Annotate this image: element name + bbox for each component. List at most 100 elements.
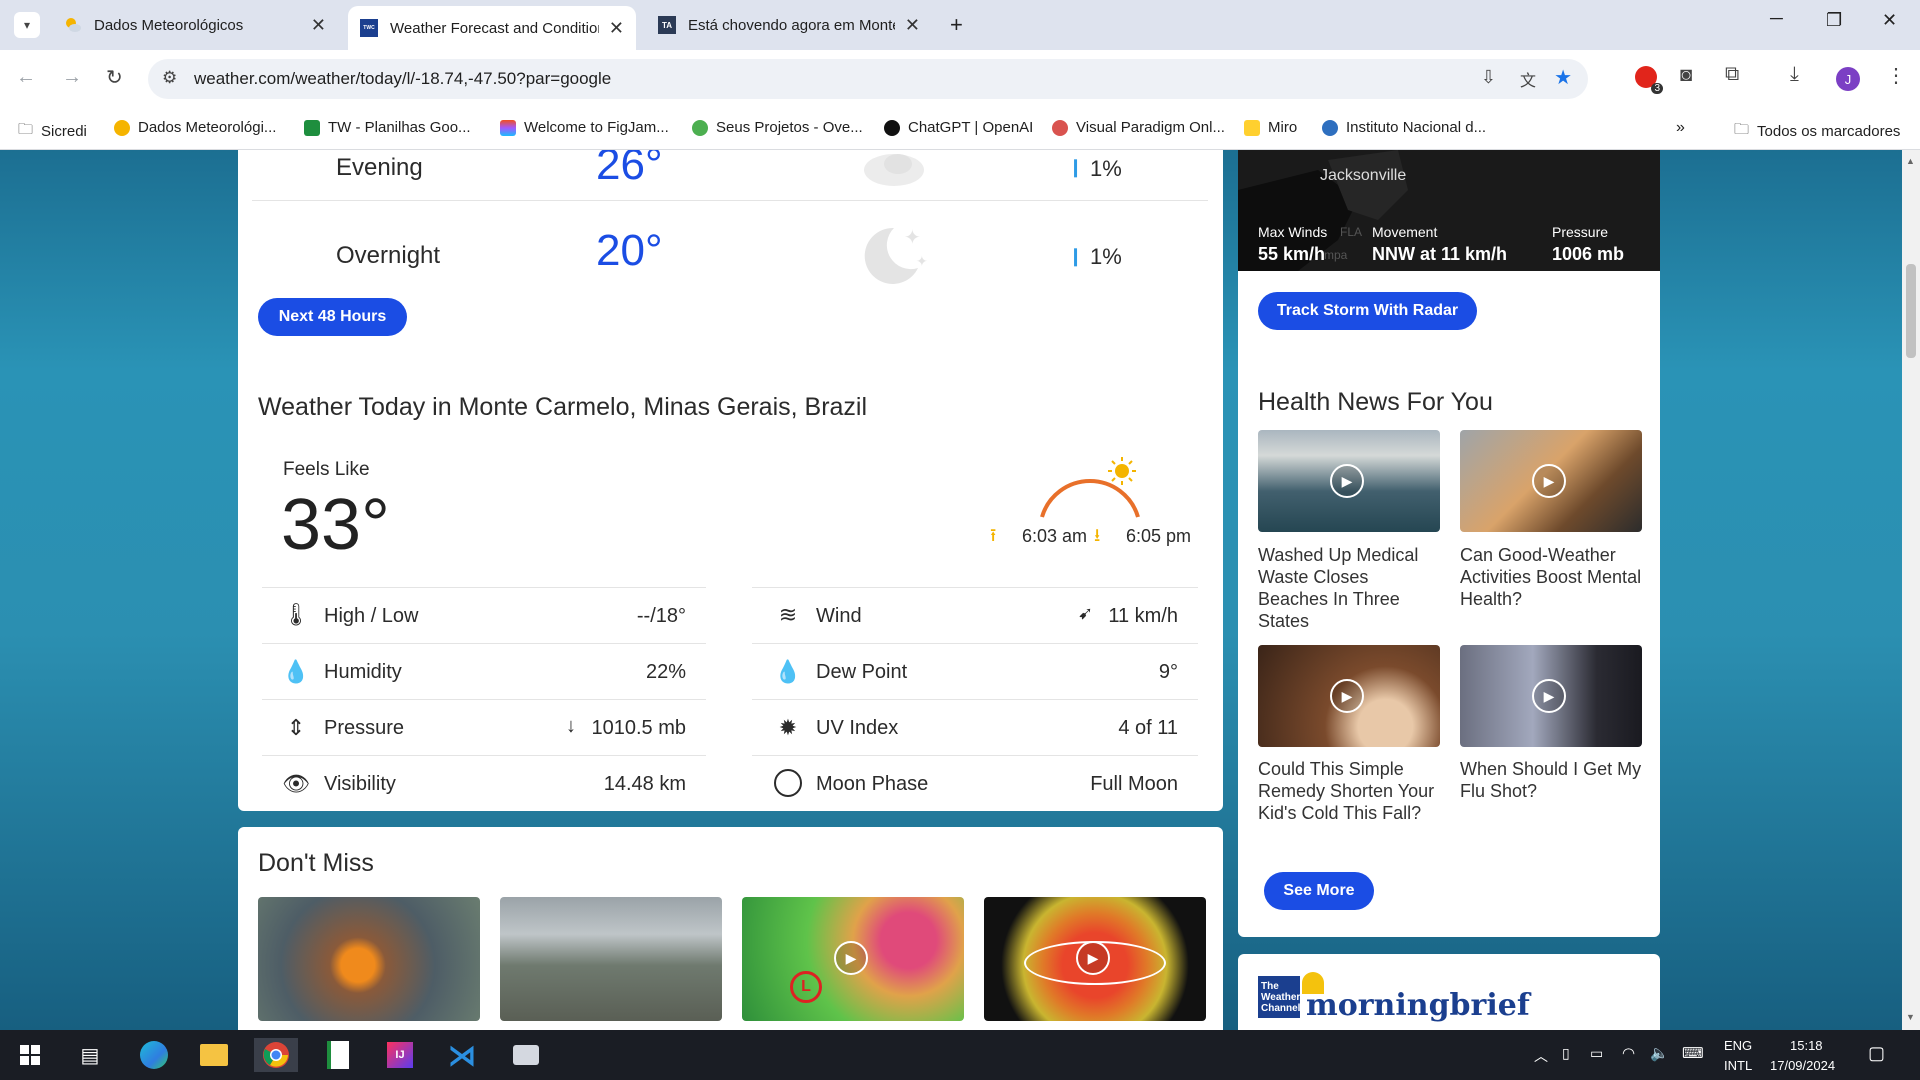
health-news-headline[interactable]: Can Good-Weather Activities Boost Mental…: [1460, 544, 1645, 610]
runner-video-thumbnail[interactable]: ▶: [1460, 430, 1642, 532]
radar-video-thumbnail[interactable]: ▶ L: [742, 897, 964, 1021]
flu-shot-video-thumbnail[interactable]: ▶: [1460, 645, 1642, 747]
browser-toolbar: ← → ↻ ⚙ weather.com/weather/today/l/-18.…: [0, 50, 1920, 107]
menu-kebab-icon[interactable]: ⋮: [1886, 63, 1906, 88]
bookmark-label: Instituto Nacional d...: [1346, 119, 1487, 136]
bookmark-chatgpt[interactable]: ChatGPT | OpenAI: [884, 119, 1033, 136]
bookmark-sicredi[interactable]: 🗀 Sicredi: [18, 119, 87, 144]
close-tab-icon[interactable]: ✕: [311, 15, 326, 36]
health-news-headline[interactable]: When Should I Get My Flu Shot?: [1460, 758, 1645, 802]
notifications-icon[interactable]: ▢: [1868, 1043, 1885, 1064]
remedy-video-thumbnail[interactable]: ▶: [1258, 645, 1440, 747]
page-content: Evening 26° ❙ 1% Overnight 20° ✦ ✦ ❙ 1% N…: [0, 150, 1920, 1030]
extension-icon[interactable]: 3: [1635, 66, 1663, 94]
edge-icon[interactable]: [132, 1038, 176, 1072]
language-line-2[interactable]: INTL: [1724, 1058, 1752, 1073]
task-view-icon[interactable]: ▤: [68, 1038, 112, 1072]
health-news-headline[interactable]: Washed Up Medical Waste Closes Beaches I…: [1258, 544, 1443, 632]
page-scrollbar[interactable]: ▲ ▼: [1902, 150, 1920, 1030]
flood-road-thumbnail[interactable]: [500, 897, 722, 1021]
weather-channel-favicon-icon: TWC: [360, 19, 378, 37]
play-icon: ▶: [1330, 464, 1364, 498]
figma-favicon-icon: [500, 119, 516, 136]
bookmark-tw-planilhas[interactable]: TW - Planilhas Goo...: [304, 119, 471, 136]
hourly-precip: 1%: [1090, 244, 1122, 269]
volume-muted-icon[interactable]: 🔈: [1650, 1044, 1669, 1062]
more-bookmarks-icon[interactable]: »: [1676, 119, 1685, 137]
detail-value: 22%: [645, 661, 686, 683]
windows-start-icon[interactable]: [8, 1038, 52, 1072]
profile-avatar[interactable]: J: [1836, 67, 1860, 91]
keyboard-icon[interactable]: ⌨: [1682, 1044, 1704, 1062]
wind-icon: ≋: [778, 602, 798, 627]
beach-video-thumbnail[interactable]: ▶: [1258, 430, 1440, 532]
minimize-icon[interactable]: ─: [1770, 8, 1783, 29]
next-48-hours-button[interactable]: Next 48 Hours: [258, 298, 407, 336]
clock-date[interactable]: 17/09/2024: [1770, 1058, 1835, 1073]
storm-map[interactable]: Jacksonville FLA mpa Max Winds 55 km/h M…: [1238, 150, 1660, 271]
reload-icon[interactable]: ↻: [106, 65, 123, 90]
bookmark-dados[interactable]: Dados Meteorológi...: [114, 119, 276, 136]
bookmark-visual-paradigm[interactable]: Visual Paradigm Onl...: [1052, 119, 1225, 136]
vscode-icon[interactable]: ⋊: [440, 1038, 484, 1072]
bookmark-figjam[interactable]: Welcome to FigJam...: [500, 119, 669, 136]
bookmark-miro[interactable]: Miro: [1244, 119, 1297, 136]
language-line-1[interactable]: ENG: [1724, 1038, 1752, 1053]
forward-icon[interactable]: →: [62, 66, 82, 89]
translate-icon[interactable]: 文: [1520, 67, 1536, 91]
clock-time[interactable]: 15:18: [1790, 1038, 1823, 1053]
tray-overflow-icon[interactable]: ︿: [1534, 1046, 1548, 1066]
divider: [262, 587, 706, 588]
feels-like-value: 33°: [281, 485, 390, 565]
new-tab-icon[interactable]: +: [950, 12, 963, 38]
detail-label: High / Low: [324, 605, 419, 627]
all-bookmarks[interactable]: 🗀 Todos os marcadores: [1734, 119, 1900, 144]
health-news-headline[interactable]: Could This Simple Remedy Shorten Your Ki…: [1258, 758, 1443, 824]
downloads-icon[interactable]: ⤓: [1790, 63, 1799, 86]
site-info-icon[interactable]: ⚙: [162, 68, 177, 88]
extension-badge: 3: [1651, 83, 1663, 94]
bookmark-inmet[interactable]: Instituto Nacional d...: [1322, 119, 1486, 136]
back-icon[interactable]: ←: [16, 66, 36, 89]
bookmark-label: Dados Meteorológi...: [138, 119, 277, 136]
restore-icon[interactable]: ❐: [1826, 10, 1842, 31]
see-more-button[interactable]: See More: [1264, 872, 1374, 910]
wifi-icon[interactable]: ◠: [1622, 1044, 1635, 1062]
sheets-app-icon[interactable]: [316, 1038, 360, 1072]
bookmark-label: Seus Projetos - Ove...: [716, 119, 863, 136]
install-app-icon[interactable]: ⇩: [1481, 67, 1496, 88]
scrollbar-thumb[interactable]: [1906, 264, 1916, 358]
intellij-icon[interactable]: IJ: [378, 1038, 422, 1072]
track-storm-button[interactable]: Track Storm With Radar: [1258, 292, 1477, 330]
bookmarks-bar: 🗀 Sicredi Dados Meteorológi... TW - Plani…: [0, 107, 1920, 150]
file-explorer-icon[interactable]: [192, 1038, 236, 1072]
scroll-down-icon[interactable]: ▼: [1906, 1012, 1915, 1022]
bookmark-label: Miro: [1268, 119, 1298, 136]
address-bar[interactable]: ⚙ weather.com/weather/today/l/-18.74,-47…: [148, 59, 1588, 99]
extensions-puzzle-icon[interactable]: ⧉: [1725, 63, 1739, 86]
scroll-up-icon[interactable]: ▲: [1906, 156, 1915, 166]
snipping-tool-icon[interactable]: [504, 1038, 548, 1072]
fire-video-thumbnail[interactable]: [258, 897, 480, 1021]
close-tab-icon[interactable]: ✕: [609, 18, 624, 39]
incognito-extension-icon[interactable]: ◙: [1680, 64, 1692, 87]
bookmark-label: Visual Paradigm Onl...: [1076, 119, 1225, 136]
bookmark-seus-projetos[interactable]: Seus Projetos - Ove...: [692, 119, 863, 136]
close-window-icon[interactable]: ✕: [1882, 10, 1897, 31]
close-tab-icon[interactable]: ✕: [905, 15, 920, 36]
tab-search-icon[interactable]: ▾: [14, 12, 40, 38]
battery-icon[interactable]: ▭: [1590, 1045, 1603, 1062]
low-pressure-icon: L: [790, 971, 822, 1003]
tab-dados[interactable]: Dados Meteorológicos ✕: [52, 8, 338, 42]
bookmark-star-icon[interactable]: ★: [1554, 65, 1572, 90]
bookmark-label: ChatGPT | OpenAI: [908, 119, 1034, 136]
chrome-icon[interactable]: [254, 1038, 298, 1072]
phone-link-icon[interactable]: ▯: [1562, 1045, 1570, 1062]
uv-icon: ✹: [778, 715, 798, 740]
tab-weather-forecast[interactable]: TWC Weather Forecast and Conditions ✕: [348, 6, 636, 50]
globe-video-thumbnail[interactable]: ▶: [984, 897, 1206, 1021]
tab-esta-chovendo[interactable]: TA Está chovendo agora em Monte Carmelo …: [646, 8, 932, 42]
detail-value: 14.48 km: [603, 773, 686, 795]
divider: [262, 699, 706, 700]
hourly-period-name: Overnight: [336, 242, 441, 269]
